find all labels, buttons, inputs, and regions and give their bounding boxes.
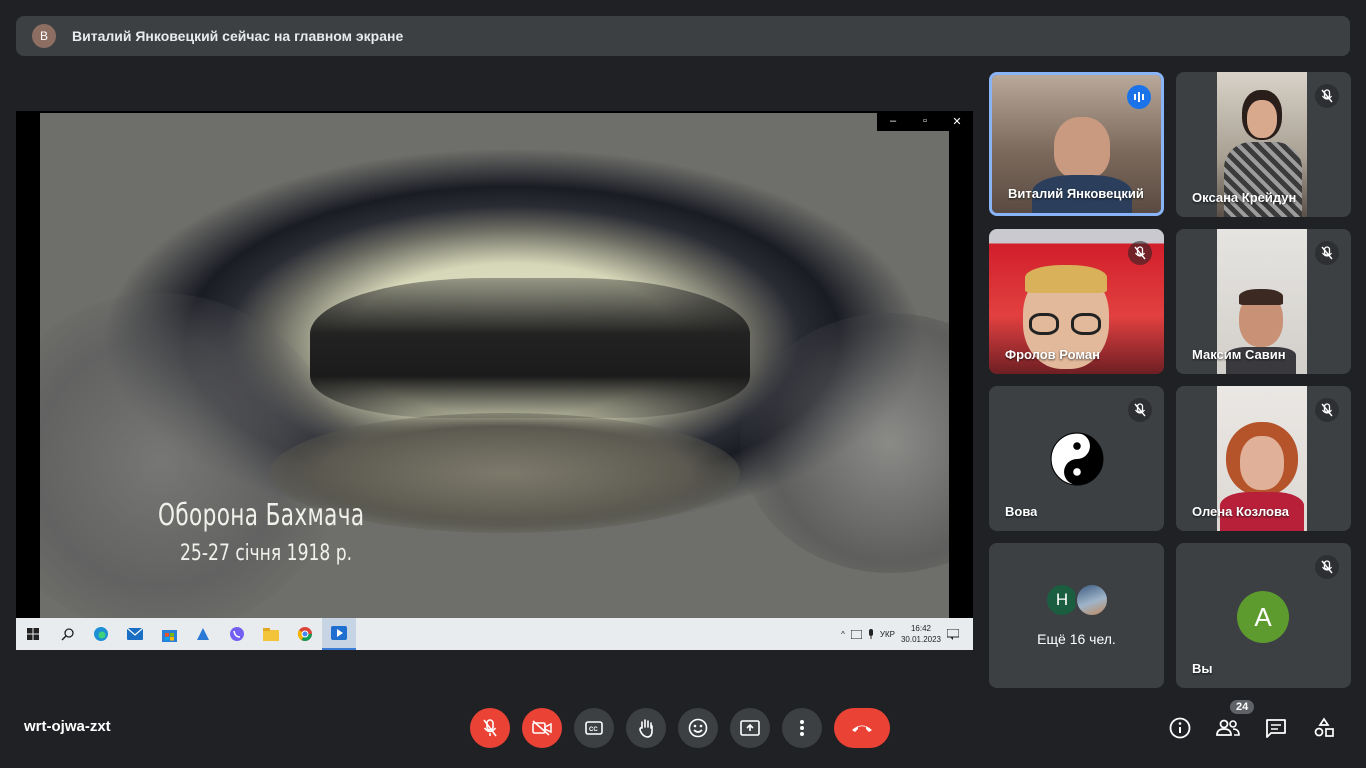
self-avatar: А [1237,591,1289,643]
muted-mic-icon [1315,84,1339,108]
folder-icon [254,618,288,650]
microphone-toggle-button[interactable] [470,708,510,748]
media-player-icon [322,618,356,650]
participant-name: Виталий Янковецкий [1008,186,1144,201]
windows-taskbar: ^ УКР 16:42 30.01.2023 [16,618,973,650]
participant-tile-vova[interactable]: Вова [989,386,1164,531]
minimize-icon: – [889,115,897,127]
more-participants-tile[interactable]: Н Ещё 16 чел. [989,543,1164,688]
present-button[interactable] [730,708,770,748]
present-screen-icon [740,720,760,736]
muted-mic-icon [1315,241,1339,265]
raise-hand-button[interactable] [626,708,666,748]
emoji-icon [688,718,708,738]
chat-button[interactable] [1261,713,1291,743]
reactions-button[interactable] [678,708,718,748]
store-icon [152,618,186,650]
avatar [1075,583,1109,617]
yin-yang-avatar-icon [1050,432,1104,491]
notification-icon [947,628,959,640]
participant-tile-maksim[interactable]: Максим Савин [1176,229,1351,374]
chrome-icon [288,618,322,650]
muted-mic-icon [1128,241,1152,265]
search-icon [50,618,84,650]
more-vert-icon [800,720,804,736]
more-options-button[interactable] [782,708,822,748]
video-caption-date: 25-27 січня 1918 р. [180,541,353,566]
participant-name: Фролов Роман [1005,347,1100,362]
participant-name: Олена Козлова [1192,504,1290,519]
camera-off-icon [532,720,552,736]
viber-icon [220,618,254,650]
activities-button[interactable] [1309,713,1339,743]
windows-start-icon [16,618,50,650]
speaking-indicator-icon [1127,85,1151,109]
muted-mic-icon [1128,398,1152,422]
meeting-code: wrt-ojwa-zxt [24,718,111,735]
system-tray: ^ УКР 16:42 30.01.2023 [841,623,973,645]
presentation-screen[interactable]: Оборона Бахмача 25-27 січня 1918 р. – ▫ … [16,111,973,650]
info-icon [1169,717,1191,739]
participant-tile-olena[interactable]: Олена Козлова [1176,386,1351,531]
participant-tile-oksana[interactable]: Оксана Крейдун [1176,72,1351,217]
clock: 16:42 30.01.2023 [900,624,941,644]
captions-icon: CC [585,721,603,735]
leave-call-button[interactable] [834,708,890,748]
camera-toggle-button[interactable] [522,708,562,748]
presenter-avatar: В [32,24,56,48]
hang-up-icon [852,725,872,732]
participant-tile-frolov[interactable]: Фролов Роман [989,229,1164,374]
muted-mic-icon [1315,398,1339,422]
more-participants-avatars: Н [1045,583,1109,617]
azure-icon [186,618,220,650]
hand-icon [639,719,653,738]
avatar: Н [1045,583,1079,617]
shared-video: Оборона Бахмача 25-27 січня 1918 р. [40,113,949,618]
participant-name: Вова [1005,504,1038,519]
close-icon: ✕ [952,115,962,128]
self-tile[interactable]: А Вы [1176,543,1351,688]
mic-off-icon [483,719,497,737]
people-icon [1216,719,1240,736]
mail-icon [118,618,152,650]
meeting-details-button[interactable] [1165,713,1195,743]
participant-tile-vitaliy[interactable]: Виталий Янковецкий [989,72,1164,216]
muted-mic-icon [1315,555,1339,579]
presenting-banner: В Виталий Янковецкий сейчас на главном э… [16,16,1350,56]
presenting-banner-text: Виталий Янковецкий сейчас на главном экр… [72,28,404,44]
activities-shapes-icon [1314,717,1334,737]
svg-text:CC: CC [589,727,598,733]
video-caption-title: Оборона Бахмача [158,498,365,533]
participant-name: Максим Савин [1192,347,1286,362]
language-indicator: УКР [879,629,895,639]
captions-button[interactable]: CC [574,708,614,748]
edge-icon [84,618,118,650]
chat-icon [1266,719,1286,738]
more-participants-label: Ещё 16 чел. [1037,631,1116,647]
participants-button[interactable] [1213,713,1243,743]
participant-name: Оксана Крейдун [1192,190,1297,205]
restore-icon: ▫ [923,115,927,127]
window-controls: – ▫ ✕ [877,111,973,131]
participants-count-badge: 24 [1230,700,1255,714]
chevron-up-icon: ^ [841,629,845,639]
network-icon [850,629,862,639]
microphone-tray-icon [868,629,873,639]
participant-name: Вы [1192,661,1213,676]
